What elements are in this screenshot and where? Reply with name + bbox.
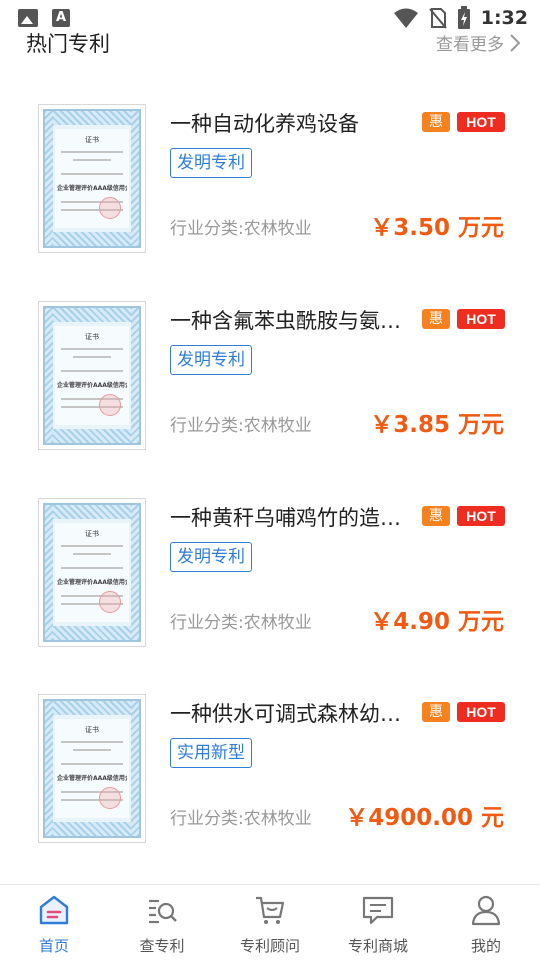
tab-mall-label: 专利商城 [347, 937, 408, 955]
certificate-text: 企业管理评价AAA级信用企业 [57, 185, 127, 192]
section-title: 热门专利 [26, 32, 110, 56]
cart-icon [256, 896, 285, 924]
certificate-text: 企业管理评价AAA级信用企业 [57, 579, 127, 586]
tab-search-patent[interactable]: 查专利 [108, 893, 216, 956]
see-more-link[interactable]: 查看更多 [436, 30, 520, 55]
certificate-text: 企业管理评价AAA级信用企业 [57, 382, 127, 389]
user-icon [471, 895, 501, 926]
battery-charging-icon [457, 6, 470, 29]
certificate-thumbnail: 证书 企业管理评价AAA级信用企业 [38, 104, 146, 253]
bottom-tab-bar: 首页 查专利 专利顾问 专利商城 我的 [0, 884, 540, 960]
chevron-right-icon [510, 33, 520, 52]
discount-badge: 惠 [422, 309, 450, 329]
no-sim-icon [428, 8, 447, 29]
tab-mine-label: 我的 [470, 937, 501, 955]
hot-badge: HOT [457, 702, 505, 722]
see-more-label: 查看更多 [436, 35, 504, 55]
discount-badge: 惠 [422, 506, 450, 526]
patent-type-tag: 实用新型 [170, 738, 252, 768]
certificate-heading: 证书 [85, 136, 99, 144]
patent-item[interactable]: 证书 企业管理评价AAA级信用企业 一种自动化养鸡设备 惠 HOT 发明专利 行… [0, 104, 540, 300]
certificate-heading: 证书 [85, 333, 99, 341]
tab-mine[interactable]: 我的 [432, 893, 540, 956]
patent-item[interactable]: 证书 企业管理评价AAA级信用企业 一种含氟苯虫酰胺与氨基… 惠 HOT 发明专… [0, 301, 540, 497]
certificate-image: 证书 企业管理评价AAA级信用企业 [43, 503, 141, 642]
industry-label: 行业分类:农林牧业 [170, 809, 312, 829]
certificate-thumbnail: 证书 企业管理评价AAA级信用企业 [38, 694, 146, 843]
certificate-thumbnail: 证书 企业管理评价AAA级信用企业 [38, 498, 146, 647]
patent-title: 一种黄秆乌哺鸡竹的造林… [170, 506, 420, 530]
certificate-text: 企业管理评价AAA级信用企业 [57, 775, 127, 782]
price: ￥3.85 万元 [370, 412, 504, 438]
patent-title: 一种含氟苯虫酰胺与氨基… [170, 309, 420, 333]
tab-consultant-label: 专利顾问 [239, 937, 300, 955]
search-list-icon [149, 899, 177, 924]
tab-consultant[interactable]: 专利顾问 [216, 893, 324, 956]
tab-search-patent-label: 查专利 [139, 937, 185, 955]
chat-icon [362, 896, 394, 925]
certificate-heading: 证书 [85, 726, 99, 734]
price: ￥3.50 万元 [370, 215, 504, 241]
price: ￥4.90 万元 [370, 609, 504, 635]
price: ￥4900.00 元 [345, 805, 504, 831]
status-time: 1:32 [480, 7, 528, 29]
tab-home-label: 首页 [38, 937, 69, 955]
hot-badge: HOT [457, 309, 505, 329]
tab-home[interactable]: 首页 [0, 893, 108, 956]
certificate-image: 证书 企业管理评价AAA级信用企业 [43, 306, 141, 445]
discount-badge: 惠 [422, 112, 450, 132]
status-left: A [18, 9, 70, 27]
tab-mall[interactable]: 专利商城 [324, 893, 432, 956]
section-header: 热门专利 查看更多 [0, 28, 540, 62]
patent-item[interactable]: 证书 企业管理评价AAA级信用企业 一种供水可调式森林幼苗… 惠 HOT 实用新… [0, 694, 540, 890]
patent-type-tag: 发明专利 [170, 345, 252, 375]
certificate-heading: 证书 [85, 530, 99, 538]
patent-item[interactable]: 证书 企业管理评价AAA级信用企业 一种黄秆乌哺鸡竹的造林… 惠 HOT 发明专… [0, 498, 540, 694]
discount-badge: 惠 [422, 702, 450, 722]
certificate-image: 证书 企业管理评价AAA级信用企业 [43, 699, 141, 838]
certificate-image: 证书 企业管理评价AAA级信用企业 [43, 109, 141, 248]
patent-type-tag: 发明专利 [170, 148, 252, 178]
home-icon [39, 895, 69, 925]
industry-label: 行业分类:农林牧业 [170, 613, 312, 633]
image-notification-icon [18, 9, 38, 27]
patent-type-tag: 发明专利 [170, 542, 252, 572]
wifi-icon [393, 8, 418, 28]
app-notification-icon: A [52, 9, 70, 27]
patent-title: 一种自动化养鸡设备 [170, 112, 359, 136]
hot-badge: HOT [457, 112, 505, 132]
industry-label: 行业分类:农林牧业 [170, 416, 312, 436]
industry-label: 行业分类:农林牧业 [170, 219, 312, 239]
hot-badge: HOT [457, 506, 505, 526]
status-right: 1:32 [393, 6, 528, 30]
certificate-thumbnail: 证书 企业管理评价AAA级信用企业 [38, 301, 146, 450]
patent-title: 一种供水可调式森林幼苗… [170, 702, 420, 726]
